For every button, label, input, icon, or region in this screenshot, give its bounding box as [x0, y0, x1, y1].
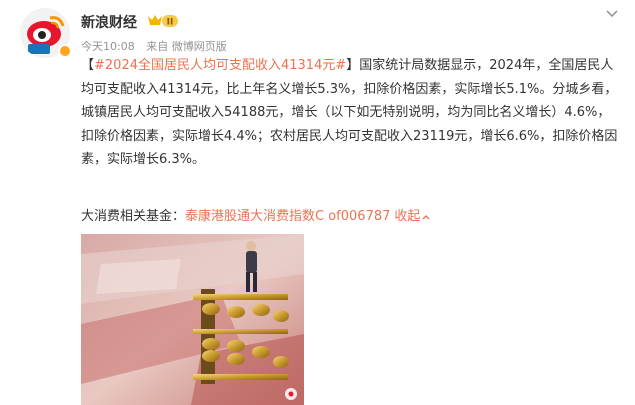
svg-text:II: II: [167, 18, 174, 28]
verified-icon: [58, 44, 72, 58]
fund-label: 大消费相关基金：: [81, 209, 186, 224]
weibo-watermark-icon: [285, 388, 297, 400]
post-content: 【#2024全国居民人均可支配收入41314元#】国家统计局数据显示，2024年…: [81, 54, 621, 172]
topic-link[interactable]: #2024全国居民人均可支配收入41314元#: [94, 58, 346, 73]
vip-level-badge-icon[interactable]: II: [146, 13, 180, 29]
post-body-text: 国家统计局数据显示，2024年，全国居民人均可支配收入41314元，比上年名义增…: [81, 58, 618, 167]
related-fund: 大消费相关基金：泰康港股通大消费指数C of006787 收起: [81, 207, 431, 227]
fund-link[interactable]: 泰康港股通大消费指数C of006787: [185, 209, 390, 224]
money-abacus-figure-image: [81, 234, 304, 405]
collapse-label: 收起: [394, 209, 421, 224]
chevron-up-icon: [422, 214, 430, 219]
author-name[interactable]: 新浪财经: [81, 12, 137, 32]
more-options-chevron-icon[interactable]: [603, 6, 621, 20]
post-image[interactable]: [81, 234, 304, 405]
post-header: 新浪财经 II 今天10:08 来自 微博网页版: [0, 0, 635, 60]
collapse-button[interactable]: 收起: [394, 209, 431, 224]
post-source: 来自 微博网页版: [146, 40, 227, 53]
post-time[interactable]: 今天10:08: [81, 40, 135, 53]
post-text: 【#2024全国居民人均可支配收入41314元#】国家统计局数据显示，2024年…: [81, 58, 618, 167]
post-meta: 今天10:08 来自 微博网页版: [81, 38, 235, 54]
